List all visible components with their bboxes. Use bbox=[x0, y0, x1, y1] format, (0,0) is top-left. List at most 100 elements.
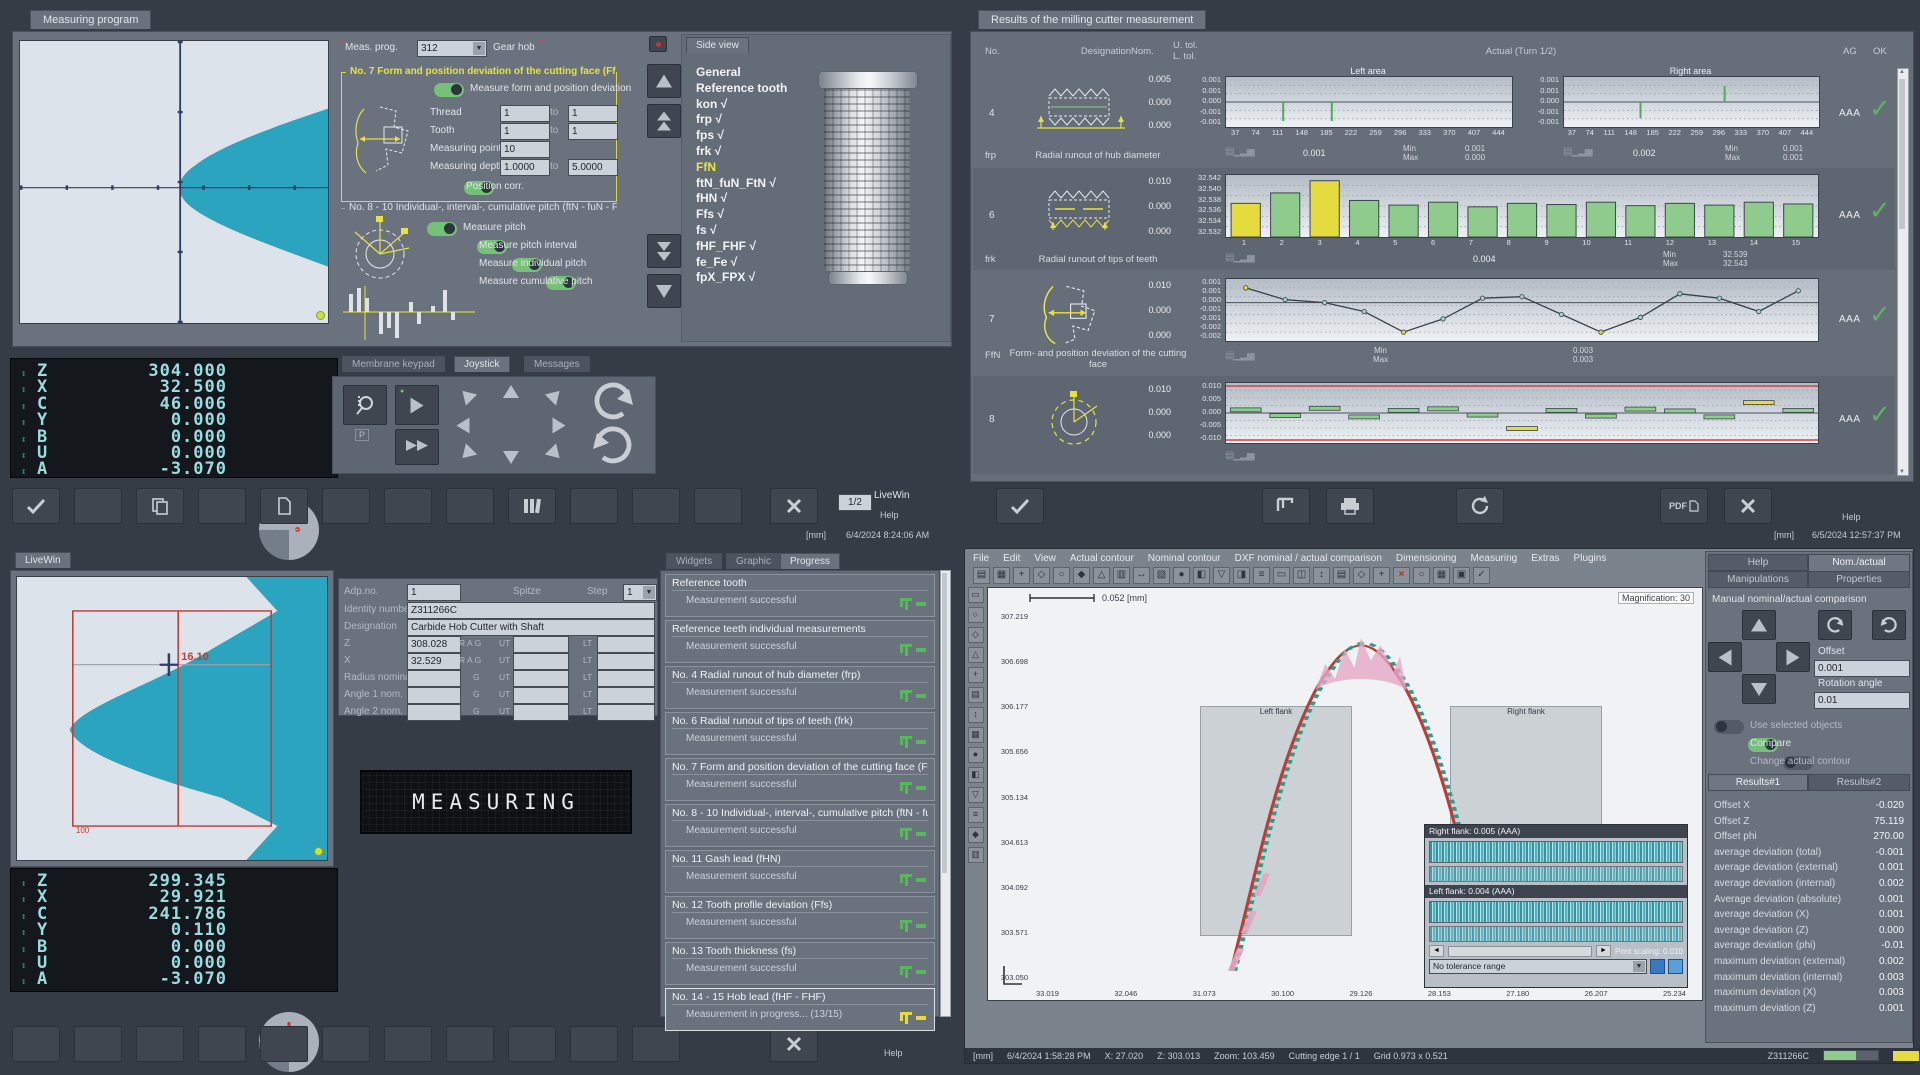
side-view-item[interactable]: Reference tooth bbox=[696, 81, 787, 97]
side-view-item[interactable]: fs √ bbox=[696, 223, 787, 239]
tab-progress[interactable]: Progress bbox=[780, 553, 840, 569]
fkey-button[interactable] bbox=[12, 1026, 60, 1062]
progress-item[interactable]: No. 6 Radial runout of tips of teeth (fr… bbox=[665, 712, 935, 755]
side-tool-icon[interactable]: ◆ bbox=[968, 827, 984, 843]
toolbar-icon[interactable]: ▭ bbox=[1273, 567, 1290, 584]
step-select[interactable]: 1▼ bbox=[623, 584, 657, 601]
help-label[interactable]: Help bbox=[884, 1048, 903, 1058]
tab-results[interactable]: Results of the milling cutter measuremen… bbox=[978, 10, 1206, 29]
confirm-button[interactable] bbox=[12, 488, 60, 524]
fkey-button[interactable] bbox=[632, 488, 680, 524]
tab-joystick[interactable]: Joystick bbox=[454, 356, 510, 372]
toolbar-icon[interactable]: ○ bbox=[1053, 567, 1070, 584]
flank-overlay-window[interactable]: Right flank: 0.005 (AAA) Left flank: 0.0… bbox=[1424, 824, 1688, 988]
print-button[interactable] bbox=[1326, 488, 1374, 524]
results-row-6[interactable]: 6 frk Radial runout of tips of teeth 0.0… bbox=[973, 168, 1895, 270]
fkey-button[interactable] bbox=[694, 488, 742, 524]
arrow-down-left-icon[interactable] bbox=[457, 443, 478, 464]
tab-side-view[interactable]: Side view bbox=[686, 37, 749, 53]
close-button[interactable] bbox=[1724, 488, 1772, 524]
radius-input[interactable] bbox=[407, 670, 461, 687]
menu-item[interactable]: Edit bbox=[1003, 553, 1020, 564]
toolbar-icon[interactable]: + bbox=[1013, 567, 1030, 584]
radius-ut-input[interactable] bbox=[513, 670, 569, 687]
z-input[interactable]: 308.028 bbox=[407, 636, 461, 653]
tab-livewin[interactable]: LiveWin bbox=[15, 552, 71, 568]
side-view-item[interactable]: FfN bbox=[696, 160, 787, 176]
jog-step-button[interactable]: ● bbox=[395, 385, 439, 425]
toolbar-icon[interactable]: ◇ bbox=[1033, 567, 1050, 584]
progress-item[interactable]: No. 11 Gash lead (fHN) Measurement succe… bbox=[665, 850, 935, 893]
pdf-export-button[interactable]: PDF bbox=[1660, 488, 1708, 524]
tab-messages[interactable]: Messages bbox=[524, 356, 590, 372]
tab-results1[interactable]: Results#1 bbox=[1708, 774, 1808, 791]
side-tool-icon[interactable]: ▥ bbox=[968, 847, 984, 863]
tab-properties[interactable]: Properties bbox=[1808, 571, 1910, 588]
toolbar-icon[interactable]: ● bbox=[1173, 567, 1190, 584]
arrow-right-icon[interactable] bbox=[553, 418, 566, 434]
depth-to-input[interactable]: 5.0000 bbox=[568, 159, 618, 176]
side-tool-icon[interactable]: ▽ bbox=[968, 787, 984, 803]
tab-widgets[interactable]: Widgets bbox=[666, 553, 722, 569]
side-tool-icon[interactable]: ▤ bbox=[968, 687, 984, 703]
thread-from-input[interactable]: 1 bbox=[500, 105, 550, 122]
probe-search-button[interactable] bbox=[343, 385, 387, 425]
fkey-button[interactable] bbox=[198, 488, 246, 524]
menu-item[interactable]: Nominal contour bbox=[1148, 553, 1221, 564]
progress-item[interactable]: No. 14 - 15 Hob lead (fHF - FHF) Measure… bbox=[665, 988, 935, 1031]
fkey-button[interactable] bbox=[384, 488, 432, 524]
side-view-item[interactable]: ftN_fuN_FtN √ bbox=[696, 176, 787, 192]
thread-to-input[interactable]: 1 bbox=[568, 105, 618, 122]
menu-item[interactable]: View bbox=[1034, 553, 1056, 564]
toolbar-icon[interactable]: ≡ bbox=[1253, 567, 1270, 584]
tab-manipulations[interactable]: Manipulations bbox=[1708, 571, 1808, 588]
toolbar-icon[interactable]: ◆ bbox=[1073, 567, 1090, 584]
side-tool-icon[interactable]: ○ bbox=[968, 607, 984, 623]
document-button[interactable] bbox=[260, 488, 308, 524]
menu-item[interactable]: DXF nominal / actual comparison bbox=[1235, 553, 1382, 564]
table-icon[interactable]: ▤▁▂▅ bbox=[1225, 350, 1254, 361]
identity-input[interactable]: Z311266C bbox=[407, 602, 655, 619]
adp-input[interactable]: 1 bbox=[407, 584, 461, 601]
results-row-8[interactable]: 8 0.0100.0000.000 0.0100.0050.000-0.005-… bbox=[973, 376, 1895, 474]
help-label[interactable]: Help bbox=[880, 510, 899, 520]
toolbar-icon[interactable]: ▥ bbox=[1113, 567, 1130, 584]
rotate-cw-button[interactable] bbox=[585, 381, 641, 421]
results-row-4[interactable]: 4 frp Radial runout of hub diameter 0.00… bbox=[973, 66, 1895, 166]
rotate-ccw-button[interactable] bbox=[1872, 610, 1906, 640]
livewin-label[interactable]: LiveWin bbox=[874, 490, 910, 501]
toolbar-icon[interactable]: ○ bbox=[1413, 567, 1430, 584]
table-icon[interactable]: ▤▁▂▅ bbox=[1563, 146, 1592, 157]
nudge-up-button[interactable] bbox=[1742, 610, 1776, 640]
side-view-item[interactable]: Ffs √ bbox=[696, 207, 787, 223]
progress-item[interactable]: No. 12 Tooth profile deviation (Ffs) Mea… bbox=[665, 896, 935, 939]
x-ut-input[interactable] bbox=[513, 653, 569, 670]
side-tool-icon[interactable]: ▦ bbox=[968, 727, 984, 743]
progress-item[interactable]: No. 7 Form and position deviation of the… bbox=[665, 758, 935, 801]
nudge-left-button[interactable] bbox=[1708, 642, 1742, 672]
arrow-left-icon[interactable] bbox=[457, 418, 470, 434]
fkey-button[interactable] bbox=[508, 1026, 556, 1062]
x-input[interactable]: 32.529 bbox=[407, 653, 461, 670]
fkey-button[interactable] bbox=[570, 1026, 618, 1062]
overlay-scrollbar[interactable] bbox=[1448, 946, 1592, 957]
toolbar-icon[interactable]: ◨ bbox=[1233, 567, 1250, 584]
tab-results2[interactable]: Results#2 bbox=[1808, 774, 1910, 791]
side-tool-icon[interactable]: ≡ bbox=[968, 807, 984, 823]
z-lt-input[interactable] bbox=[597, 636, 655, 653]
angle2-input[interactable] bbox=[407, 704, 461, 721]
toolbar-icon[interactable]: △ bbox=[1093, 567, 1110, 584]
side-tool-icon[interactable]: ● bbox=[968, 747, 984, 763]
side-view-item[interactable]: fHF_FHF √ bbox=[696, 239, 787, 255]
progress-item[interactable]: No. 8 - 10 Individual-, interval-, cumul… bbox=[665, 804, 935, 847]
side-view-item[interactable]: fHN √ bbox=[696, 191, 787, 207]
scroll-right-button[interactable]: ► bbox=[1596, 945, 1611, 957]
table-icon[interactable]: ▤▁▂▅ bbox=[1225, 146, 1254, 157]
arrow-down-right-icon[interactable] bbox=[545, 443, 566, 464]
fkey-button[interactable] bbox=[136, 1026, 184, 1062]
scroll-down-button[interactable] bbox=[647, 274, 681, 308]
side-view-item[interactable]: fe_Fe √ bbox=[696, 255, 787, 271]
arrow-up-left-icon[interactable] bbox=[457, 385, 478, 406]
side-view-item[interactable]: fps √ bbox=[696, 128, 787, 144]
toolbar-icon[interactable]: ▧ bbox=[1153, 567, 1170, 584]
